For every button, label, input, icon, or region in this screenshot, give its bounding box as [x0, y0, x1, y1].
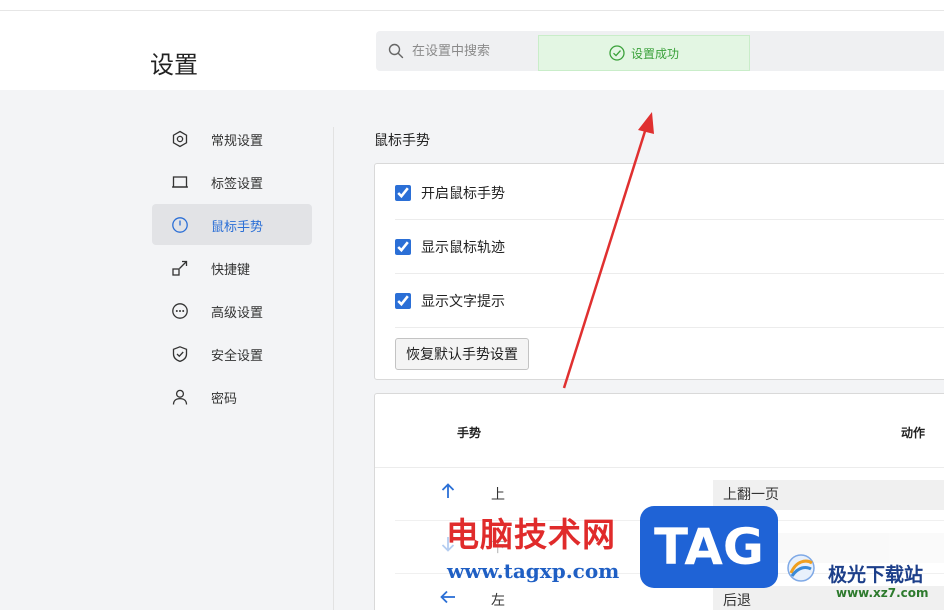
reset-gestures-button[interactable]: 恢复默认手势设置 [395, 338, 529, 370]
sidebar: 常规设置 标签设置 鼠标手势 快捷键 高级设置 安全设置 密码 [152, 118, 312, 419]
watermark-url: www.tagxp.com [447, 559, 620, 583]
header-divider [0, 10, 944, 11]
header-bar: 设置 设置成功 [0, 0, 944, 90]
sidebar-item-mouse-gesture[interactable]: 鼠标手势 [152, 204, 312, 245]
arrow-up-icon [441, 483, 455, 498]
shield-icon [172, 346, 188, 363]
toast-text: 设置成功 [630, 46, 679, 61]
column-header-gesture: 手势 [457, 426, 482, 440]
sidebar-item-security[interactable]: 安全设置 [152, 333, 312, 374]
gesture-direction: 左 [491, 593, 505, 609]
page-title: 设置 [150, 51, 198, 79]
watermark-tag-logo: TAG [640, 506, 778, 588]
watermark-cn-text: 电脑技术网 [446, 515, 616, 554]
option-label: 显示文字提示 [421, 293, 505, 310]
sidebar-divider [333, 127, 334, 610]
gesture-options-card: 开启鼠标手势 显示鼠标轨迹 显示文字提示 恢复默认手势设置 [374, 163, 944, 380]
success-toast: 设置成功 [538, 35, 750, 71]
sidebar-item-label: 高级设置 [211, 306, 264, 321]
option-show-text-hint[interactable]: 显示文字提示 [395, 274, 944, 328]
sidebar-item-shortcuts[interactable]: 快捷键 [152, 247, 312, 288]
tab-icon [172, 176, 188, 188]
watermark-domain: www.xz7.com [836, 586, 929, 600]
option-enable-gesture[interactable]: 开启鼠标手势 [395, 166, 944, 220]
aurora-logo-icon [787, 554, 815, 582]
column-header-action: 动作 [901, 426, 926, 440]
show-text-hint-checkbox[interactable] [395, 292, 411, 309]
sidebar-item-general[interactable]: 常规设置 [152, 118, 312, 159]
sidebar-item-password[interactable]: 密码 [152, 376, 312, 417]
option-label: 开启鼠标手势 [421, 185, 505, 202]
watermark-brand: 极光下载站 [828, 564, 924, 586]
sidebar-item-tabs[interactable]: 标签设置 [152, 161, 312, 202]
section-title: 鼠标手势 [374, 133, 430, 149]
hexagon-icon [172, 130, 188, 148]
user-icon [172, 389, 188, 405]
sidebar-item-label: 密码 [211, 392, 238, 407]
sidebar-item-label: 标签设置 [211, 177, 264, 192]
sidebar-item-advanced[interactable]: 高级设置 [152, 290, 312, 331]
gesture-direction: 上 [491, 487, 505, 503]
mouse-icon [172, 217, 188, 233]
shortcut-icon [172, 260, 188, 276]
option-show-trail[interactable]: 显示鼠标轨迹 [395, 220, 944, 274]
sidebar-item-label: 快捷键 [211, 263, 251, 278]
show-trail-checkbox[interactable] [395, 238, 411, 255]
enable-gesture-checkbox[interactable] [395, 184, 411, 201]
sidebar-item-label: 安全设置 [211, 349, 264, 364]
search-input[interactable] [412, 41, 542, 61]
check-circle-icon [609, 45, 625, 61]
arrow-left-icon [440, 590, 455, 604]
sidebar-item-label: 常规设置 [211, 134, 264, 149]
option-label: 显示鼠标轨迹 [421, 239, 505, 256]
search-icon [388, 43, 404, 59]
sidebar-item-label: 鼠标手势 [211, 220, 264, 235]
more-icon [172, 303, 188, 319]
